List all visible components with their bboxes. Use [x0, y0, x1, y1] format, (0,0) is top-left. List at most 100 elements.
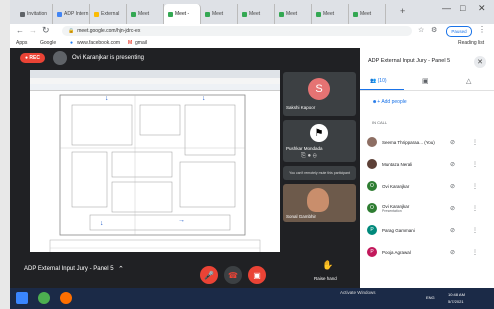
participant-avatar: P: [367, 225, 377, 235]
flag-avatar: ⚑: [310, 124, 328, 142]
browser-tab[interactable]: Meet: [312, 4, 349, 24]
tab-favicon-icon: [316, 11, 321, 17]
participant-text: Parag Gammani: [382, 228, 415, 233]
participant-text: Pooja Agrawal: [382, 250, 411, 255]
address-bar[interactable]: 🔒 meet.google.com/hjn-jdrc-ex: [62, 26, 412, 36]
bookmark-apps[interactable]: Apps: [16, 40, 27, 46]
meet-controls-bar: ADP External Input Jury - Panel 5 ⌃ 🎤 ☎ …: [10, 252, 360, 288]
participant-row[interactable]: Muntaza Nerali ⊘ ⋮: [360, 154, 494, 174]
pin-icon[interactable]: ⎘ ● ⊖: [301, 153, 317, 160]
presentation-bar: ● REC Ovi Karanjkar is presenting: [10, 48, 360, 68]
participant-row[interactable]: O Ovi Karanjkar ⊘ ⋮: [360, 176, 494, 196]
participant-row[interactable]: O Ovi Karanjkar Presentation ⊘ ⋮: [360, 198, 494, 218]
tab-favicon-icon: [168, 11, 173, 17]
more-options-icon[interactable]: ⋮: [472, 183, 478, 190]
reading-list[interactable]: Reading list: [458, 40, 484, 46]
browser-tab[interactable]: External: [90, 4, 127, 24]
leave-call-button[interactable]: ☎: [224, 266, 242, 284]
browser-tab[interactable]: ADP Intern: [53, 4, 90, 24]
meet-window: ● REC Ovi Karanjkar is presenting ↓ ↓ ↓ …: [10, 48, 494, 288]
camera-off-button[interactable]: ▣: [248, 266, 266, 284]
participant-name: Ovi Karanjkar: [382, 183, 410, 189]
meeting-name: ADP External Input Jury - Panel 5: [24, 266, 114, 272]
browser-tab[interactable]: Meet: [275, 4, 312, 24]
mute-tooltip: You can't remotely mute this participant: [283, 166, 356, 180]
maximize-icon[interactable]: □: [460, 3, 465, 13]
windows-start-icon[interactable]: [16, 292, 28, 304]
tab-label: Meet: [360, 11, 372, 17]
tab-label: Meet: [323, 11, 335, 17]
mic-muted-icon[interactable]: ⊘: [450, 161, 455, 168]
star-icon[interactable]: ☆: [418, 26, 424, 34]
tile-sonal[interactable]: Sonal Gambhir: [283, 184, 356, 222]
extensions-icon[interactable]: ⚙: [431, 26, 437, 34]
raise-hand-label[interactable]: Raise hand: [314, 276, 337, 281]
browser-tab[interactable]: Invitation: [16, 4, 53, 24]
browser-tab[interactable]: Meet: [349, 4, 386, 24]
browser-tab[interactable]: Meet -: [164, 4, 201, 24]
mic-muted-icon[interactable]: ⊘: [450, 139, 455, 146]
participant-row[interactable]: P Parag Gammani ⊘ ⋮: [360, 220, 494, 240]
participant-text: Seema Thripparaa... (You): [382, 140, 435, 145]
mic-off-button[interactable]: 🎤: [200, 266, 218, 284]
menu-icon[interactable]: ⋮: [478, 25, 486, 34]
windows-taskbar: Activate Windows 10:48 AM 5/7/2021 ENG: [10, 288, 494, 309]
bookmark-facebook[interactable]: www.facebook.com: [77, 40, 120, 46]
chat-icon[interactable]: ▣: [422, 77, 429, 85]
hand-icon[interactable]: ✋: [322, 260, 333, 271]
more-options-icon[interactable]: ⋮: [472, 249, 478, 256]
close-panel-icon[interactable]: ✕: [474, 56, 486, 68]
mic-muted-icon[interactable]: ⊘: [450, 227, 455, 234]
tab-people[interactable]: 👥 (10): [370, 78, 387, 84]
participant-text: Muntaza Nerali: [382, 162, 412, 167]
in-call-label: IN CALL: [372, 120, 388, 125]
back-icon[interactable]: ←: [16, 26, 24, 35]
participant-row[interactable]: Seema Thripparaa... (You) ⊘ ⋮: [360, 132, 494, 152]
new-tab-button[interactable]: +: [400, 6, 405, 16]
reload-icon[interactable]: ↻: [42, 25, 50, 36]
participant-name: Seema Thripparaa... (You): [382, 139, 435, 145]
tab-label: Meet: [286, 11, 298, 17]
tile-pushkar[interactable]: ⚑ Pushkar Mondada ⎘ ● ⊖: [283, 120, 356, 162]
participant-row[interactable]: P Pooja Agrawal ⊘ ⋮: [360, 242, 494, 262]
browser-tab[interactable]: Meet: [201, 4, 238, 24]
minimize-icon[interactable]: —: [442, 3, 451, 13]
mic-off-icon: 🎤: [204, 270, 214, 280]
floor-plan-drawing: ↓ ↓ ↓ →: [30, 94, 280, 275]
mic-muted-icon[interactable]: ⊘: [450, 205, 455, 212]
more-options-icon[interactable]: ⋮: [472, 161, 478, 168]
add-person-icon: ☻+: [372, 99, 381, 105]
presenter-avatar: [52, 51, 67, 65]
tab-favicon-icon: [242, 11, 247, 17]
clock-date: 5/7/2021: [448, 299, 464, 304]
bookmark-gmail[interactable]: gmail: [135, 40, 147, 46]
chevron-up-icon[interactable]: ⌃: [118, 265, 124, 273]
add-people-button[interactable]: ☻+ Add people: [372, 99, 407, 105]
participant-name: Parag Gammani: [382, 227, 415, 233]
people-icon: 👥: [370, 78, 377, 84]
panel-title: ADP External Input Jury - Panel 5: [368, 58, 451, 64]
people-panel: ADP External Input Jury - Panel 5 ✕ 👥 (1…: [360, 48, 494, 288]
mic-muted-icon[interactable]: ⊘: [450, 249, 455, 256]
recording-badge: ● REC: [20, 53, 45, 63]
more-options-icon[interactable]: ⋮: [472, 227, 478, 234]
participant-avatar: O: [367, 203, 377, 213]
tile-sakshi[interactable]: S Sakshi Kapoor: [283, 72, 356, 116]
firefox-taskbar-icon[interactable]: [60, 292, 72, 304]
browser-tab[interactable]: Meet: [127, 4, 164, 24]
close-window-icon[interactable]: ✕: [478, 3, 486, 14]
bookmark-google[interactable]: Google: [40, 40, 56, 46]
more-options-icon[interactable]: ⋮: [472, 139, 478, 146]
mic-muted-icon[interactable]: ⊘: [450, 183, 455, 190]
tab-label: Invitation: [27, 11, 48, 17]
browser-tab[interactable]: Meet: [238, 4, 275, 24]
chrome-taskbar-icon[interactable]: [38, 292, 50, 304]
paused-button[interactable]: Paused: [446, 26, 472, 37]
svg-text:→: →: [178, 217, 185, 224]
tab-label: ADP Intern: [64, 11, 89, 17]
more-options-icon[interactable]: ⋮: [472, 205, 478, 212]
presenting-text: Ovi Karanjkar is presenting: [71, 55, 145, 61]
forward-icon[interactable]: →: [29, 26, 37, 35]
activities-icon[interactable]: △: [466, 77, 471, 85]
participant-avatar: P: [367, 247, 377, 257]
